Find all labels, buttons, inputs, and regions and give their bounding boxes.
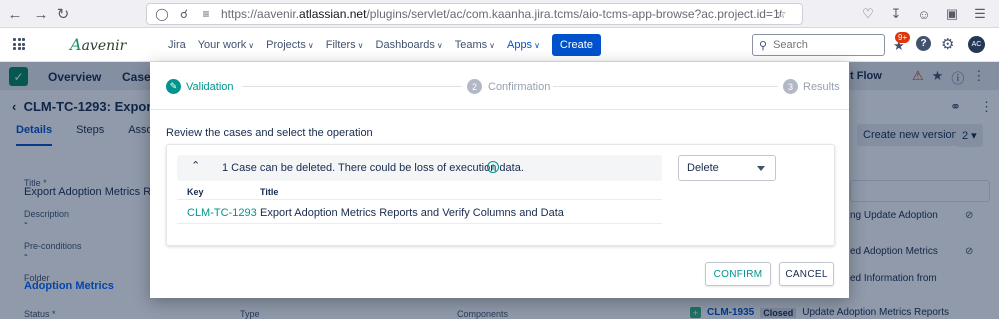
lock-icon: ☌ (179, 7, 189, 21)
browser-actions: ♡ ↧ ☺ ▣ ☰ (857, 3, 991, 25)
nav-item-teams[interactable]: Teams ∨ (455, 39, 495, 51)
nav-item-dashboards[interactable]: Dashboards ∨ (376, 39, 443, 51)
step-connector (553, 86, 778, 87)
step-2-number: 2 (467, 79, 482, 94)
chevron-down-icon: ∨ (534, 41, 540, 50)
delete-cases-modal: ✎ Validation 2 Confirmation 3 Results Re… (150, 62, 849, 298)
logo-text: avenir (81, 38, 127, 54)
caret-down-icon (757, 166, 765, 171)
chevron-down-icon: ∨ (436, 41, 443, 50)
jira-top-nav: Aavenir Jira Your work ∨ Projects ∨ Filters ∨ D… (0, 28, 999, 62)
column-header-key: Key (187, 187, 204, 197)
row-divider (177, 199, 662, 200)
step-connector (242, 86, 462, 87)
operation-select[interactable]: Delete (678, 155, 776, 181)
chevron-up-icon[interactable]: ⌃ (191, 159, 200, 172)
download-icon[interactable]: ↧ (885, 3, 907, 25)
bookmark-star-icon[interactable]: ☆ (774, 7, 788, 21)
search-box[interactable]: ⚲ (752, 34, 885, 56)
search-input[interactable] (773, 39, 874, 51)
app-switcher-icon[interactable] (13, 38, 25, 50)
nav-item-your-work[interactable]: Your work ∨ (198, 39, 254, 51)
url-prefix: https://aavenir. (221, 7, 300, 21)
url-suffix: /plugins/servlet/ac/com.kaanha.jira.tcms… (366, 7, 781, 21)
cancel-button[interactable]: CANCEL (779, 262, 834, 286)
column-header-title: Title (260, 187, 279, 197)
back-icon[interactable]: ← (4, 3, 26, 25)
step-label-results: Results (803, 81, 840, 93)
shield-icon: ◯ (155, 7, 169, 21)
permissions-icon: ≡ (202, 7, 210, 21)
nav-item-apps[interactable]: Apps ∨ (507, 39, 540, 51)
chevron-down-icon: ∨ (489, 41, 495, 50)
nav-item-label: Filters (325, 39, 356, 51)
reload-icon[interactable]: ↻ (52, 3, 74, 25)
info-icon[interactable]: i (487, 161, 499, 173)
extensions-icon[interactable]: ▣ (941, 3, 963, 25)
help-icon[interactable]: ? (916, 36, 931, 51)
nav-item-label: Your work (197, 39, 247, 51)
address-bar[interactable]: ◯ ☌ ≡ https://aavenir.atlassian.net/plug… (146, 3, 803, 25)
instruction-text: Review the cases and select the operatio… (166, 127, 373, 139)
operation-selected-value: Delete (687, 162, 719, 174)
primary-nav: Jira Your work ∨ Projects ∨ Filters ∨ Dashboard… (168, 28, 601, 62)
create-button[interactable]: Create (551, 34, 601, 56)
nav-item-label: Dashboards (375, 39, 435, 51)
browser-toolbar: ← → ↻ ◯ ☌ ≡ https://aavenir.atlassian.ne… (0, 0, 999, 28)
step-label-validation: Validation (186, 81, 234, 93)
chevron-down-icon: ∨ (357, 41, 364, 50)
nav-item-label: Projects (266, 39, 306, 51)
nav-item-label: Jira (168, 39, 186, 51)
nav-item-projects[interactable]: Projects ∨ (266, 39, 314, 51)
search-icon: ⚲ (759, 39, 768, 52)
chevron-down-icon: ∨ (248, 41, 255, 50)
group-message: 1 Case can be deleted. There could be lo… (222, 162, 524, 174)
step-3-number: 3 (783, 79, 798, 94)
url-text: https://aavenir.atlassian.net/plugins/se… (221, 7, 781, 21)
menu-icon[interactable]: ☰ (969, 3, 991, 25)
user-avatar[interactable]: AC (968, 36, 985, 53)
pocket-icon[interactable]: ♡ (857, 3, 879, 25)
chevron-down-icon: ∨ (307, 41, 314, 50)
row-divider (177, 223, 662, 224)
notification-badge: 9+ (895, 32, 911, 43)
step-label-confirmation: Confirmation (488, 81, 551, 93)
case-title: Export Adoption Metrics Reports and Veri… (260, 207, 564, 219)
settings-gear-icon[interactable]: ⚙ (941, 35, 954, 53)
case-group-card: ⌃ 1 Case can be deleted. There could be … (166, 144, 835, 246)
account-icon[interactable]: ☺ (913, 3, 935, 25)
nav-item-filters[interactable]: Filters ∨ (326, 39, 364, 51)
nav-item-label: Teams (454, 39, 488, 51)
aavenir-logo[interactable]: Aavenir (70, 35, 126, 54)
group-header[interactable]: ⌃ 1 Case can be deleted. There could be … (177, 155, 662, 181)
url-domain: atlassian.net (299, 7, 367, 21)
step-1-edit-icon: ✎ (166, 79, 181, 94)
forward-icon[interactable]: → (30, 3, 52, 25)
confirm-button[interactable]: CONFIRM (705, 262, 771, 286)
nav-item-label: Apps (506, 39, 533, 51)
stepper: ✎ Validation 2 Confirmation 3 Results (150, 62, 849, 110)
case-key-link[interactable]: CLM-TC-1293 (187, 207, 257, 219)
nav-item-jira[interactable]: Jira (168, 39, 186, 51)
